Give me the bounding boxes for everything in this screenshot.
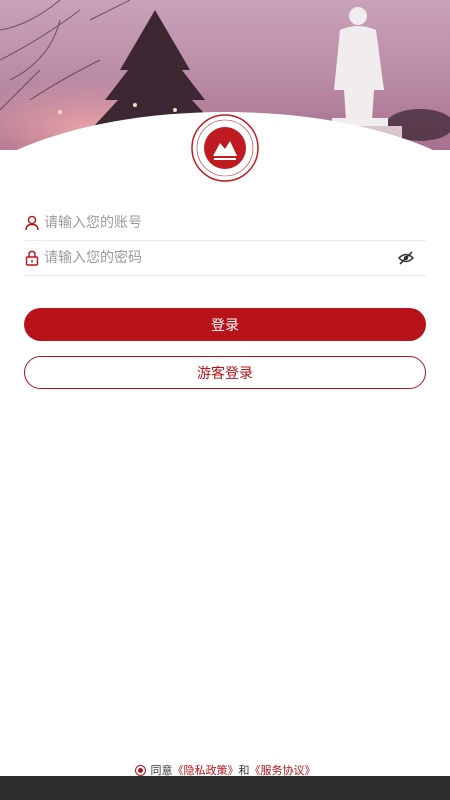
system-navigation-bar (0, 776, 450, 800)
lock-icon (24, 249, 40, 267)
eye-off-icon[interactable] (396, 248, 416, 268)
password-input[interactable] (44, 246, 396, 270)
account-input[interactable] (44, 211, 426, 235)
user-icon (24, 214, 40, 232)
password-field (24, 241, 426, 276)
university-logo (190, 113, 260, 183)
login-screen: 登录 游客登录 同意 《隐私政策》 和 《服务协议》 (0, 0, 450, 800)
account-field (24, 206, 426, 241)
login-button[interactable]: 登录 (24, 308, 426, 341)
guest-login-button[interactable]: 游客登录 (24, 356, 426, 389)
agreement-radio[interactable] (134, 764, 146, 776)
